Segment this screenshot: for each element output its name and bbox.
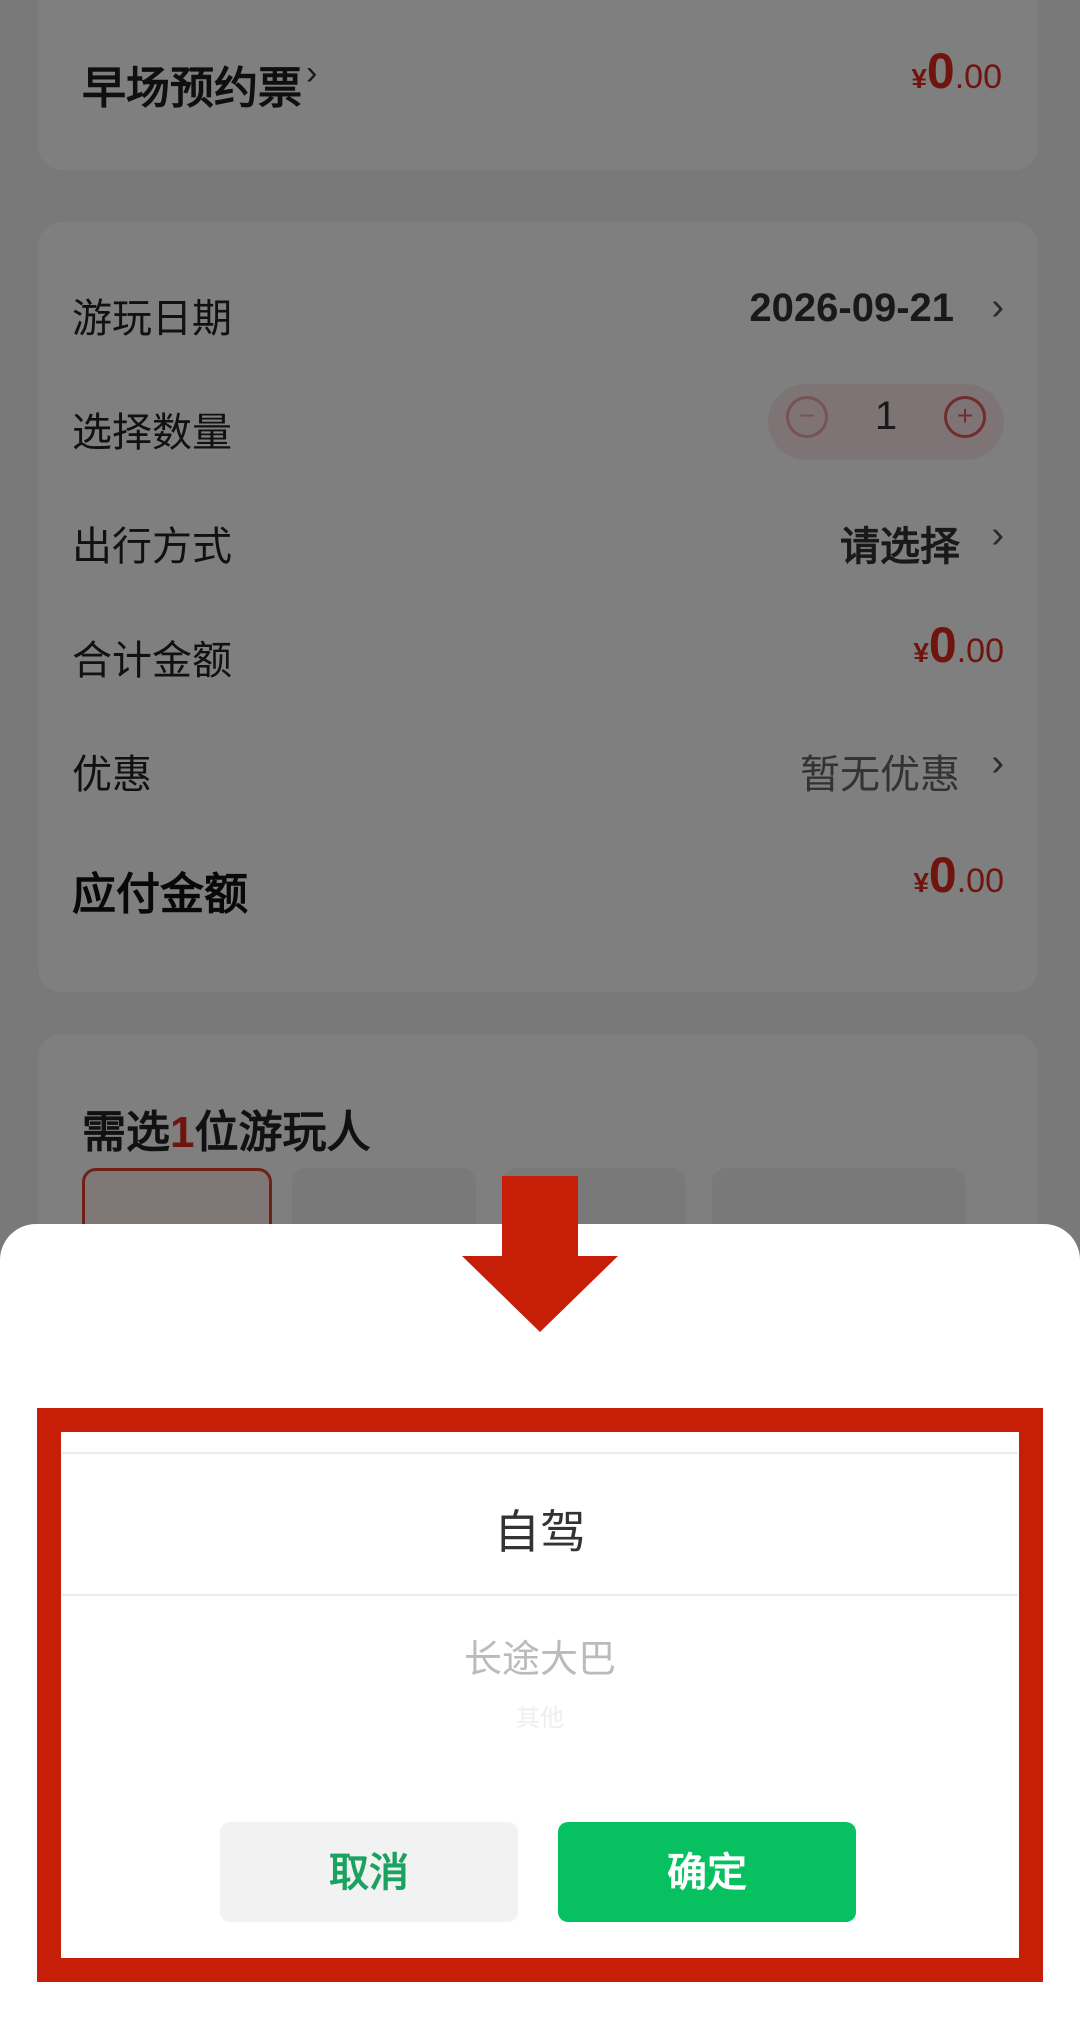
highlight-frame [37, 1408, 1043, 1982]
down-arrow-icon [462, 1176, 618, 1332]
